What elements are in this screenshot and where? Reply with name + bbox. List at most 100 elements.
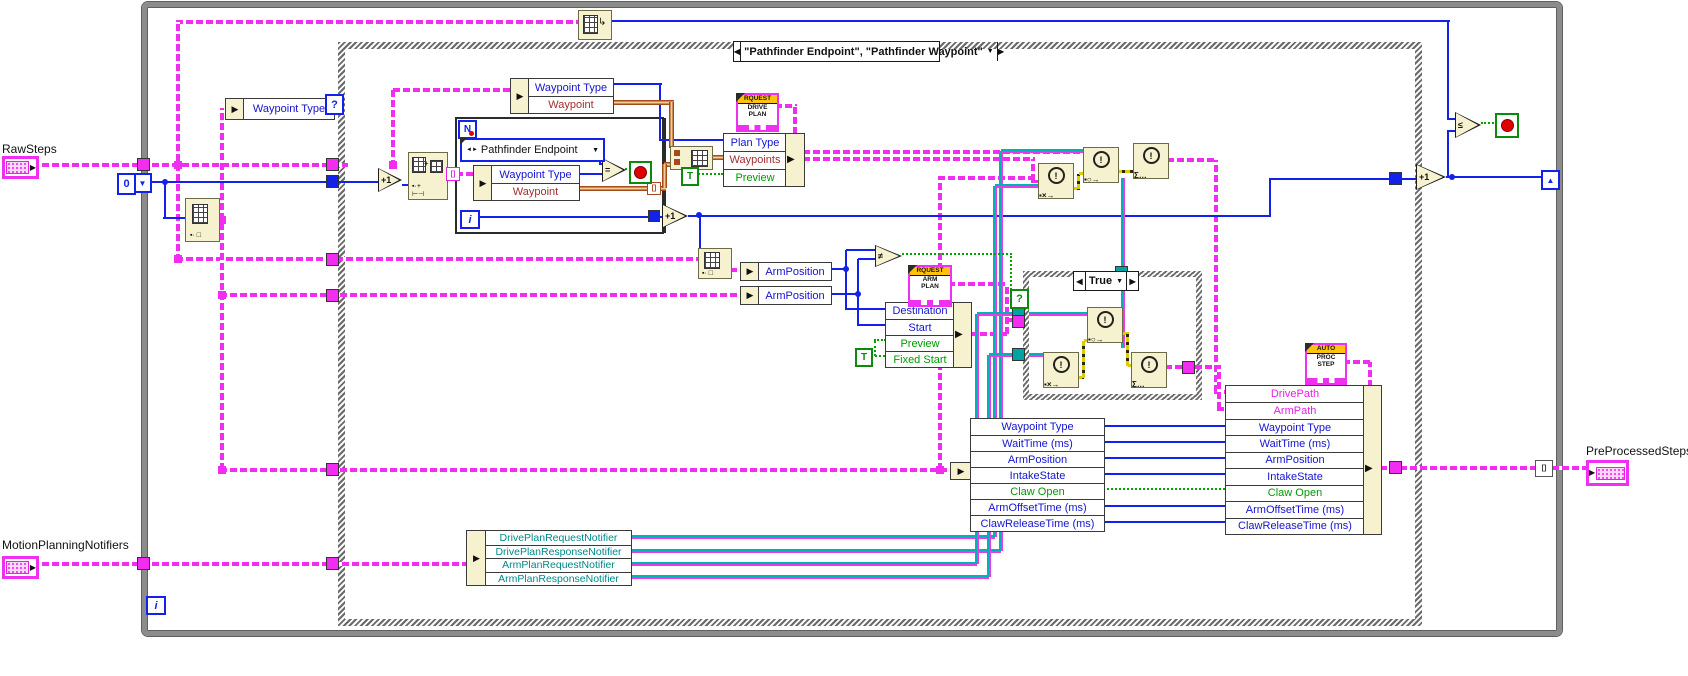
- tunnel[interactable]: [1182, 361, 1195, 374]
- true-constant[interactable]: T: [681, 167, 699, 186]
- unbundle-arm-position[interactable]: ArmPosition: [758, 262, 832, 281]
- iteration-terminal[interactable]: i: [146, 596, 166, 615]
- send-notification-node[interactable]: ! ▪×→: [1038, 163, 1074, 200]
- unbundle-nub[interactable]: ▶: [473, 165, 493, 201]
- bundle-spine[interactable]: ▶: [785, 133, 805, 187]
- tunnel[interactable]: [648, 210, 660, 222]
- bundle-drive-plan[interactable]: Plan Type Waypoints Preview: [723, 133, 787, 187]
- motion-planning-notifiers-terminal[interactable]: ▶: [2, 556, 39, 579]
- shift-register-right[interactable]: ▲: [1541, 170, 1560, 190]
- true-case-selector-label[interactable]: ◀ True ▼ ▶: [1073, 271, 1139, 291]
- unbundle-nub[interactable]: ▶: [225, 98, 245, 120]
- wait-ms-glyph-icon: Σ…: [1134, 171, 1147, 180]
- auto-index-tunnel[interactable]: []: [1535, 460, 1553, 477]
- cluster-row-label: Claw Open: [1226, 484, 1364, 502]
- true-constant[interactable]: T: [855, 348, 873, 367]
- true-case-next-button[interactable]: ▶: [1126, 272, 1138, 290]
- element-icon: [674, 150, 680, 156]
- case-prev-button[interactable]: ◀: [734, 42, 742, 61]
- equal-node[interactable]: =: [602, 158, 626, 182]
- equal-label: =: [605, 165, 611, 175]
- wait-notification-node[interactable]: ! ▪○→: [1083, 147, 1119, 184]
- case-next-button[interactable]: ▶: [996, 42, 1004, 61]
- unbundle-nub[interactable]: ▶: [466, 530, 487, 586]
- unbundle-step-top[interactable]: Waypoint Type Waypoint: [528, 78, 614, 114]
- wire: [995, 184, 1040, 188]
- loop-condition-terminal[interactable]: [629, 161, 652, 184]
- bundle-arrow-icon: ▶: [787, 154, 795, 165]
- not-equal-node[interactable]: ≠: [875, 245, 902, 267]
- cluster-row-label: DrivePlanResponseNotifier: [486, 544, 631, 558]
- array-size-node[interactable]: ↳: [578, 10, 612, 40]
- vi-connector-icon: [910, 300, 950, 305]
- tunnel[interactable]: [326, 557, 339, 570]
- array-subset-node[interactable]: + ▪·+ ⊢⊣: [408, 152, 448, 200]
- increment-node[interactable]: +1: [1416, 164, 1446, 190]
- send-notification-node[interactable]: ! ▪×→: [1043, 352, 1079, 389]
- cluster-row-label: Fixed Start: [886, 351, 954, 367]
- tunnel[interactable]: [326, 175, 339, 188]
- vi-line: DRIVE: [747, 104, 768, 111]
- tunnel[interactable]: [1012, 315, 1025, 328]
- unbundle-nub[interactable]: ▶: [740, 262, 760, 281]
- unbundle-step-fields[interactable]: Waypoint Type WaitTime (ms) ArmPosition Int…: [970, 418, 1105, 532]
- not-equal-label: ≠: [878, 251, 883, 261]
- auto-index-tunnel[interactable]: []: [446, 167, 460, 181]
- increment-node[interactable]: +1: [662, 204, 688, 228]
- cluster-row-label: ArmPosition: [759, 287, 831, 304]
- wait-timeout-node[interactable]: ! Σ…: [1133, 143, 1169, 180]
- index-array-node[interactable]: ▪· □: [185, 198, 220, 242]
- notifier-bang-icon: !: [1142, 147, 1160, 164]
- corner-fold-icon: [1305, 343, 1314, 352]
- tunnel[interactable]: [326, 463, 339, 476]
- wire: [1103, 488, 1225, 490]
- zero-constant[interactable]: 0: [117, 173, 136, 195]
- case-selector-label[interactable]: ◀ "Pathfinder Endpoint", "Pathfinder Way…: [733, 41, 1004, 62]
- tunnel[interactable]: [137, 557, 150, 570]
- increment-label: +1: [665, 211, 676, 221]
- case-selector-text[interactable]: "Pathfinder Endpoint", "Pathfinder Waypo…: [741, 42, 997, 61]
- tunnel[interactable]: [1389, 172, 1402, 185]
- unbundle-waypoint-type[interactable]: Waypoint Type: [243, 98, 335, 120]
- tunnel[interactable]: [326, 289, 339, 302]
- request-drive-plan-vi[interactable]: RQUEST DRIVE PLAN: [736, 93, 779, 132]
- true-case-selector-text[interactable]: True ▼: [1086, 272, 1126, 290]
- unbundle-nub[interactable]: ▶: [740, 286, 760, 305]
- loop-count-terminal[interactable]: N: [458, 120, 477, 139]
- tunnel[interactable]: [137, 158, 150, 171]
- tunnel[interactable]: [1389, 461, 1402, 474]
- bundle-arm-plan[interactable]: Destination Start Preview Fixed Start: [885, 302, 955, 368]
- bundle-spine[interactable]: ▶: [1363, 385, 1382, 535]
- corner-fold-icon: [736, 93, 745, 102]
- wire: [1446, 176, 1546, 178]
- bundle-spine[interactable]: ▶: [953, 302, 972, 368]
- case-selector-terminal[interactable]: ?: [325, 94, 344, 115]
- enum-constant[interactable]: ◄► Pathfinder Endpoint ▼: [460, 138, 605, 162]
- auto-proc-step-vi[interactable]: AUTO PROC STEP: [1305, 343, 1347, 385]
- true-case-prev-button[interactable]: ◀: [1074, 272, 1086, 290]
- raw-steps-terminal[interactable]: ▶: [2, 156, 39, 179]
- request-arm-plan-vi[interactable]: RQUEST ARM PLAN: [908, 265, 952, 307]
- tunnel[interactable]: [326, 158, 339, 171]
- while-condition-terminal[interactable]: [1495, 113, 1519, 138]
- unbundle-notifiers[interactable]: DrivePlanRequestNotifier DrivePlanRespons…: [485, 530, 632, 586]
- cluster-row-label: DrivePath: [1226, 386, 1364, 403]
- index-array-node[interactable]: ▪· □: [698, 248, 732, 279]
- pre-processed-steps-terminal[interactable]: ▶: [1586, 460, 1629, 486]
- increment-node[interactable]: +1: [378, 168, 402, 192]
- notifier-bang-icon: !: [1096, 311, 1114, 328]
- bundle-processed-step[interactable]: DrivePath ArmPath Waypoint Type WaitTime (m…: [1225, 385, 1365, 535]
- tunnel[interactable]: [326, 253, 339, 266]
- less-equal-node[interactable]: ≤: [1455, 112, 1481, 138]
- wire: [1117, 170, 1133, 173]
- unbundle-nub[interactable]: ▶: [950, 462, 972, 480]
- unbundle-arm-position[interactable]: ArmPosition: [758, 286, 832, 305]
- wire: [1368, 362, 1372, 387]
- unbundle-step-loop[interactable]: Waypoint Type Waypoint: [491, 165, 580, 201]
- wait-notification-node[interactable]: ! ▪○→: [1087, 307, 1123, 344]
- wait-timeout-node[interactable]: ! Σ…: [1131, 352, 1167, 389]
- tunnel[interactable]: [1012, 348, 1025, 361]
- unbundle-nub[interactable]: ▶: [510, 78, 530, 114]
- inner-iteration-terminal[interactable]: i: [460, 210, 480, 229]
- true-case-selector-terminal[interactable]: ?: [1010, 289, 1029, 309]
